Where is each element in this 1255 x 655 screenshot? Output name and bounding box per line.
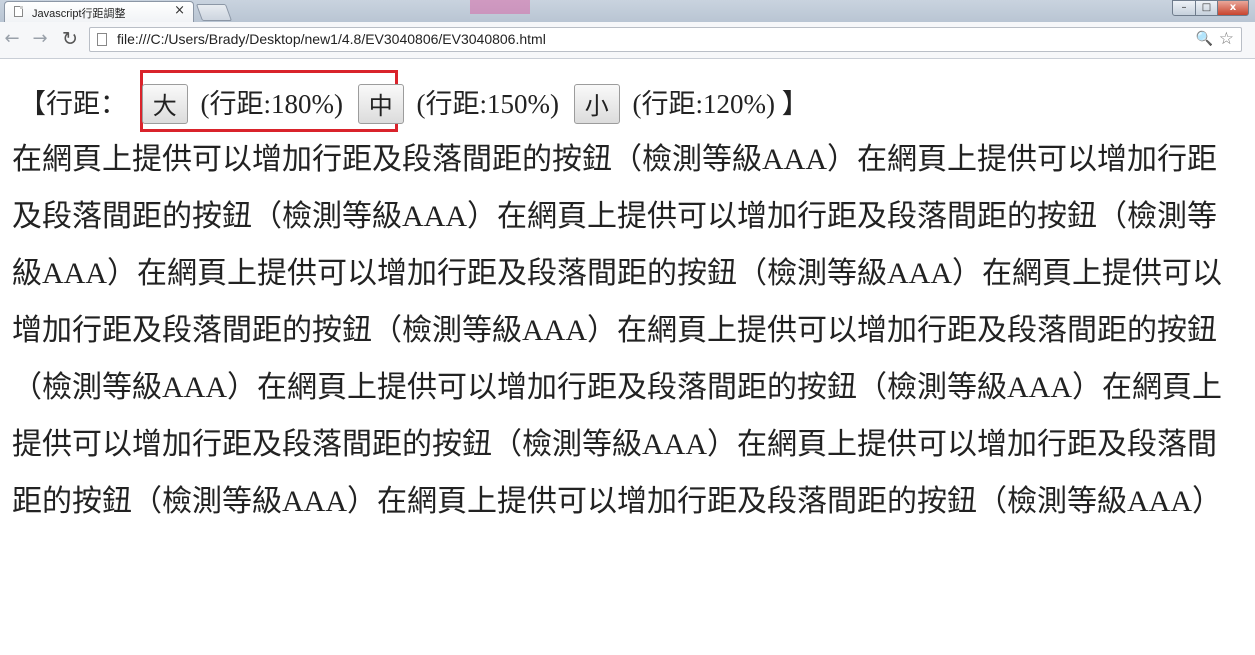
reload-icon[interactable]: ↻	[60, 29, 80, 49]
controls-open-label: 【行距：	[19, 88, 127, 119]
window-controls: – □ x	[1172, 0, 1249, 17]
tab-close-icon[interactable]: ×	[174, 4, 185, 18]
browser-toolbar: ← → ↻ file:///C:/Users/Brady/Desktop/new…	[0, 22, 1255, 59]
back-arrow-icon[interactable]: ←	[2, 29, 22, 49]
new-tab-button[interactable]	[195, 4, 233, 21]
line-height-controls: 【行距： 大 (行距:180%) 中 (行距:150%) 小 (行距:120%)…	[19, 79, 809, 124]
page-icon	[14, 6, 23, 17]
background-window	[470, 0, 730, 17]
zoom-icon[interactable]: 🔍	[1196, 31, 1213, 47]
tab-title: Javascript行距調整	[32, 8, 126, 20]
controls-close-label: 】	[781, 88, 809, 119]
maximize-button[interactable]: □	[1195, 0, 1218, 16]
browser-tab[interactable]: Javascript行距調整 ×	[4, 1, 194, 22]
line-height-large-button[interactable]: 大	[141, 83, 188, 124]
line-height-medium-button[interactable]: 中	[357, 83, 404, 124]
line-height-small-button[interactable]: 小	[573, 83, 620, 124]
page-icon	[97, 33, 107, 46]
page-content: 【行距： 大 (行距:180%) 中 (行距:150%) 小 (行距:120%)…	[0, 59, 1255, 655]
address-bar[interactable]: file:///C:/Users/Brady/Desktop/new1/4.8/…	[89, 27, 1242, 52]
body-paragraph: 在網頁上提供可以增加行距及段落間距的按鈕（檢測等級AAA）在網頁上提供可以增加行…	[12, 143, 1222, 518]
title-bar: Javascript行距調整 × – □ x	[0, 0, 1255, 22]
bookmark-star-icon[interactable]: ☆	[1219, 29, 1234, 49]
url-text[interactable]: file:///C:/Users/Brady/Desktop/new1/4.8/…	[117, 31, 546, 47]
line-height-large-caption: (行距:180%)	[200, 88, 343, 119]
forward-arrow-icon[interactable]: →	[30, 29, 50, 49]
line-height-small-caption: (行距:120%)	[632, 88, 775, 119]
line-height-medium-caption: (行距:150%)	[416, 88, 559, 119]
minimize-button[interactable]: –	[1172, 0, 1196, 16]
close-window-button[interactable]: x	[1217, 0, 1249, 16]
